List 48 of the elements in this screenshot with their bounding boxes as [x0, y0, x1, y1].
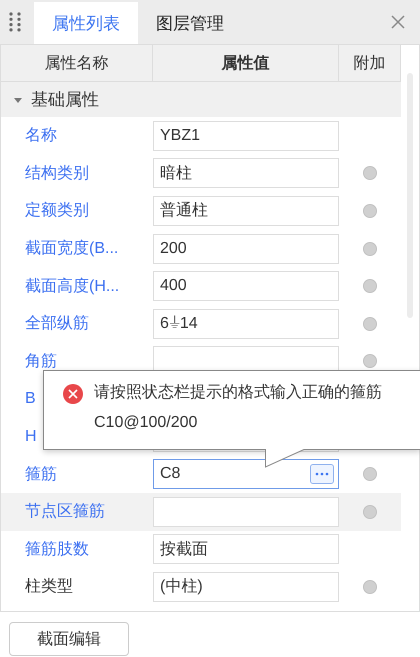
column-header: 属性名称	[1, 45, 153, 81]
group-row[interactable]: 基础属性	[1, 82, 401, 117]
attach-radio[interactable]	[363, 504, 377, 519]
property-name: B	[25, 390, 36, 408]
value-field[interactable]: 按截面	[153, 534, 339, 564]
property-name: 角筋	[25, 352, 57, 372]
close-icon[interactable]	[390, 14, 406, 30]
property-name: 截面宽度(B...	[25, 238, 118, 260]
attach-radio[interactable]	[363, 242, 377, 256]
property-name: 截面高度(H...	[25, 276, 120, 297]
error-icon	[62, 383, 84, 405]
attach-radio[interactable]	[363, 467, 377, 482]
selected-row[interactable]: 节点区箍筋	[1, 492, 401, 531]
column-header: 属性值	[153, 45, 339, 81]
value-field[interactable]: 暗柱	[153, 158, 339, 188]
section-edit-button[interactable]: 截面编辑	[9, 622, 129, 656]
ellipsis-button[interactable]	[310, 464, 334, 484]
property-name: H	[25, 428, 37, 446]
property-name: 箍筋	[25, 464, 57, 485]
property-name: 全部纵筋	[25, 314, 89, 334]
property-name: 箍筋肢数	[25, 540, 89, 560]
property-name: 定额类别	[25, 200, 89, 222]
tab[interactable]: 图层管理	[138, 2, 242, 44]
value-field[interactable]: 6⏚14	[153, 308, 339, 339]
tooltip-text: 请按照状态栏提示的格式输入正确的箍筋	[94, 382, 382, 403]
property-name: 节点区箍筋	[25, 502, 105, 522]
column-header: 附加	[339, 45, 401, 81]
value-field[interactable]: YBZ1	[153, 120, 339, 151]
value-field[interactable]: 普通柱	[153, 196, 339, 226]
attach-radio[interactable]	[363, 279, 377, 294]
group-label: 基础属性	[31, 89, 99, 111]
value-field[interactable]: 200	[153, 234, 339, 264]
drag-handle-icon[interactable]	[8, 11, 22, 33]
value-field[interactable]: (中柱)	[153, 572, 339, 602]
property-name: 结构类别	[25, 164, 89, 184]
attach-radio[interactable]	[363, 580, 377, 594]
attach-radio[interactable]	[363, 166, 377, 180]
property-name: 柱类型	[25, 576, 73, 598]
tooltip-text: C10@100/200	[94, 413, 198, 433]
ellipsis-icon	[315, 472, 329, 476]
attach-radio[interactable]	[363, 354, 377, 368]
property-name: 名称	[25, 126, 57, 146]
collapse-triangle-icon[interactable]	[13, 96, 23, 104]
attach-radio[interactable]	[363, 204, 377, 218]
value-field[interactable]	[153, 496, 339, 527]
tab[interactable]: 属性列表	[34, 2, 138, 44]
attach-radio[interactable]	[363, 316, 377, 331]
value-field[interactable]: 400	[153, 271, 339, 302]
